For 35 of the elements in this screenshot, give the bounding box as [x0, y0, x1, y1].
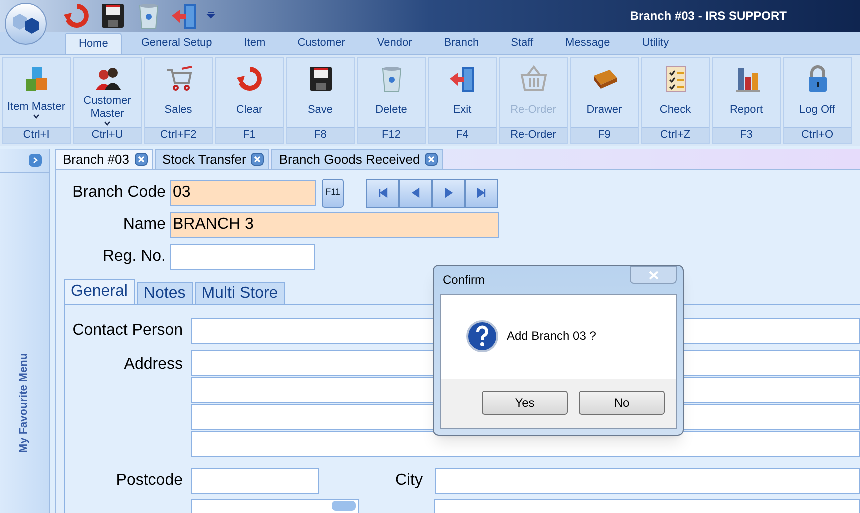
field-label: City: [394, 471, 424, 491]
field-label: Branch Code: [72, 183, 167, 203]
shortcut-label: F3: [713, 127, 780, 143]
button-label: Check: [660, 104, 692, 116]
button-label: Item Master: [7, 101, 66, 114]
shortcut-label: Ctrl+O: [784, 127, 851, 143]
shortcut-label: Ctrl+U: [74, 127, 141, 143]
shortcut-label: Ctrl+Z: [642, 127, 709, 143]
sidebar-label: My Favourite Menu: [17, 352, 32, 453]
button-label: Drawer: [586, 104, 622, 116]
shortcut-label: Ctrl+F2: [145, 127, 212, 143]
field-label: Postcode: [115, 471, 184, 491]
shortcut-label: Ctrl+I: [3, 127, 70, 143]
shortcut-label: F4: [429, 127, 496, 143]
button-label: Report: [730, 104, 764, 116]
shortcut-label: F8: [287, 127, 354, 143]
field-label: Contact Person: [72, 321, 184, 341]
button-label: Re-Order: [510, 104, 556, 116]
button-label: Exit: [453, 104, 472, 116]
button-label: Save: [308, 104, 334, 116]
field-label: Address: [123, 355, 184, 375]
button-label: Customer Master: [82, 94, 132, 120]
window-title: Branch #03 - IRS SUPPORT: [630, 8, 787, 25]
field-label: Name: [122, 215, 167, 235]
shortcut-label: F1: [216, 127, 283, 143]
button-label: Clear: [236, 104, 263, 116]
button-label: Delete: [376, 104, 408, 116]
button-label: Sales: [164, 104, 192, 116]
shortcut-label: F9: [571, 127, 638, 143]
shortcut-label: Re-Order: [500, 127, 567, 143]
dialog-message: Add Branch 03 ?: [507, 328, 596, 345]
shortcut-label: F12: [358, 127, 425, 143]
button-label: Log Off: [800, 104, 836, 116]
field-label: Reg. No.: [102, 247, 167, 267]
dialog-title: Confirm: [443, 272, 486, 289]
